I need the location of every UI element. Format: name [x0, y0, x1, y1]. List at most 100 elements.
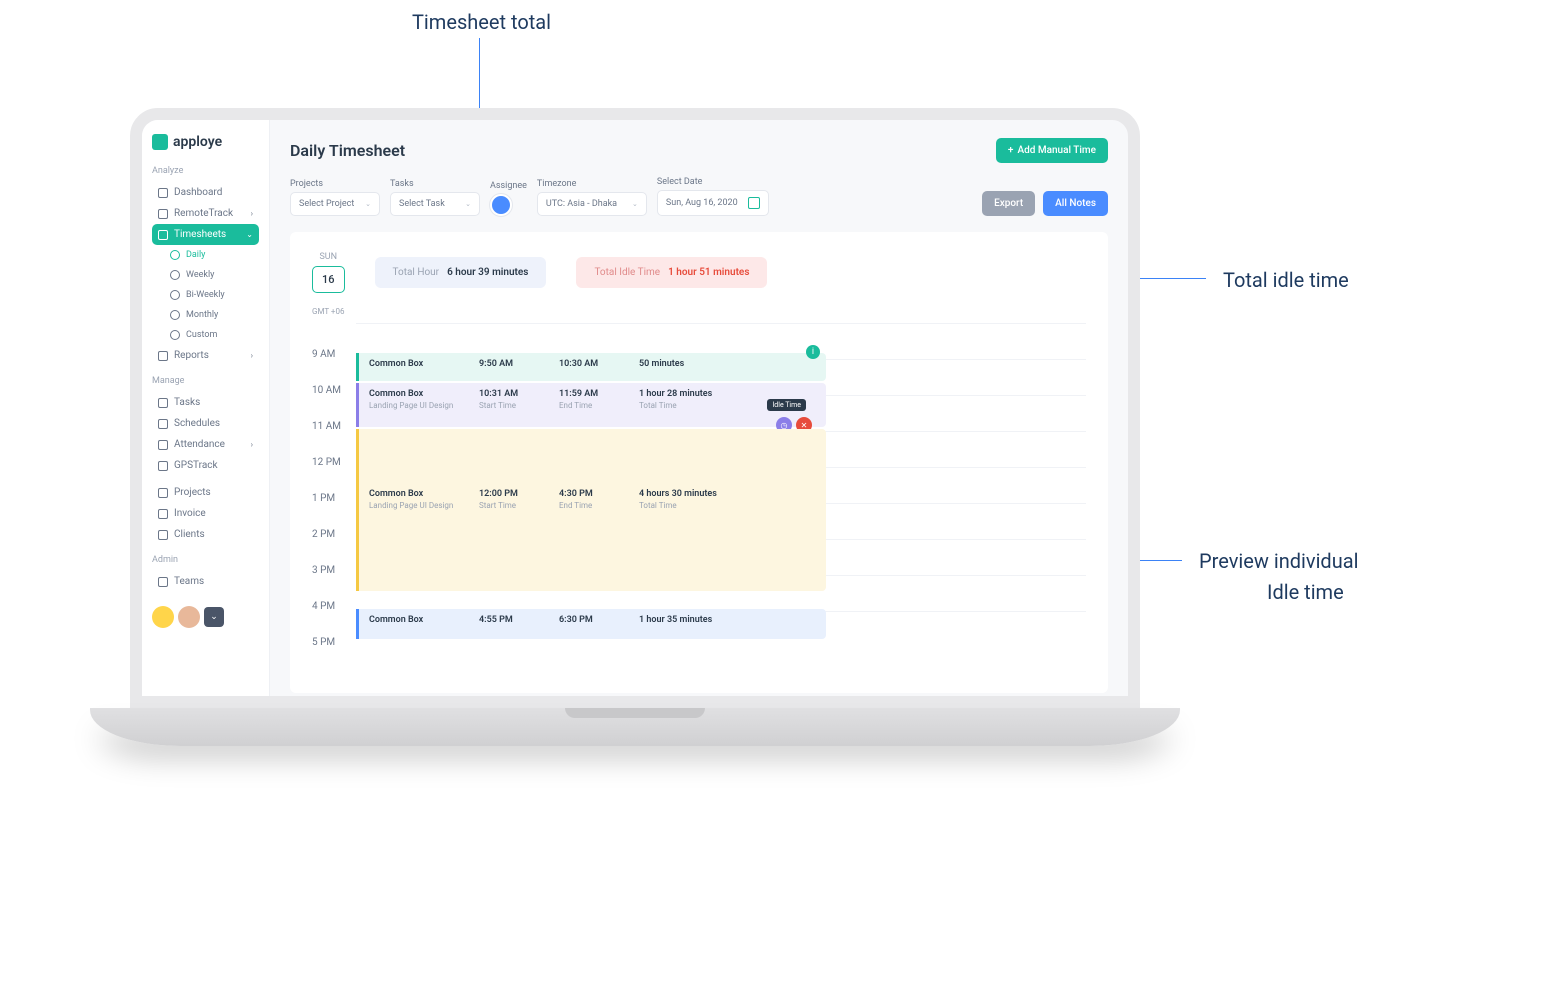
event-block-3[interactable]: Common Box 12:00 PM 4:30 PM 4 hours 30 m…	[356, 429, 826, 591]
gps-icon	[158, 461, 168, 471]
nav-attendance[interactable]: Attendance›	[152, 434, 259, 455]
event-project: Common Box	[369, 615, 469, 625]
hour-label: 2 PM	[312, 529, 356, 565]
nav-gpstrack[interactable]: GPSTrack	[152, 455, 259, 476]
event-start: 10:31 AM	[479, 389, 549, 399]
nav-dashboard[interactable]: Dashboard	[152, 182, 259, 203]
chevron-down-icon: ⌄	[632, 200, 638, 208]
nav-teams[interactable]: Teams	[152, 571, 259, 592]
annotation-timesheet-total: Timesheet total	[412, 10, 551, 34]
event-task: Landing Page UI Design	[369, 501, 469, 510]
hour-label: 12 PM	[312, 457, 356, 493]
header-actions: Export All Notes	[982, 191, 1108, 216]
nav-reports[interactable]: Reports›	[152, 345, 259, 366]
filter-tasks: Tasks Select Task⌄	[390, 179, 480, 216]
nav-daily[interactable]: Daily	[152, 245, 259, 265]
event-block-4[interactable]: Common Box 4:55 PM 6:30 PM 1 hour 35 min…	[356, 609, 826, 639]
tasks-icon	[158, 398, 168, 408]
avatar-more-button[interactable]: ⌄	[204, 607, 224, 627]
event-block-1[interactable]: i Common Box 9:50 AM 10:30 AM 50 minutes	[356, 353, 826, 381]
logo-text: apploye	[173, 134, 222, 150]
tasks-select[interactable]: Select Task⌄	[390, 192, 480, 216]
add-manual-time-button[interactable]: +Add Manual Time	[996, 138, 1108, 163]
invoice-icon	[158, 509, 168, 519]
event-end: 11:59 AM	[559, 389, 629, 399]
total-label: Total Time	[639, 501, 816, 510]
all-notes-button[interactable]: All Notes	[1043, 191, 1108, 216]
timezone-select[interactable]: UTC: Asia - Dhaka⌄	[537, 192, 647, 216]
info-icon[interactable]: i	[806, 345, 820, 359]
plus-icon: +	[1008, 145, 1014, 156]
hour-label: 3 PM	[312, 565, 356, 601]
avatar[interactable]	[152, 606, 174, 628]
annotation-preview-2: Idle time	[1267, 580, 1344, 604]
assignee-avatar[interactable]	[490, 194, 512, 216]
time-labels: GMT +06 9 AM 10 AM 11 AM 12 PM 1 PM 2 PM…	[312, 307, 356, 673]
event-start: 4:55 PM	[479, 615, 549, 625]
event-duration: 1 hour 35 minutes	[639, 615, 816, 625]
hour-label: 11 AM	[312, 421, 356, 457]
day-name: SUN	[312, 252, 345, 262]
dot-icon	[170, 250, 180, 260]
event-duration: 50 minutes	[639, 359, 816, 369]
hour-label: 5 PM	[312, 637, 356, 673]
chevron-down-icon: ⌄	[365, 200, 371, 208]
filter-projects: Projects Select Project⌄	[290, 179, 380, 216]
nav-invoice[interactable]: Invoice	[152, 503, 259, 524]
start-label: Start Time	[479, 401, 549, 410]
timesheet-icon	[158, 230, 168, 240]
annotation-preview-1: Preview individual	[1199, 549, 1358, 573]
day-indicator: SUN 16	[312, 252, 345, 293]
teams-icon	[158, 577, 168, 587]
event-block-2[interactable]: Common Box 10:31 AM 11:59 AM 1 hour 28 m…	[356, 383, 826, 427]
nav-clients[interactable]: Clients	[152, 524, 259, 545]
event-start: 12:00 PM	[479, 489, 549, 499]
filter-assignee: Assignee	[490, 181, 527, 216]
projects-select[interactable]: Select Project⌄	[290, 192, 380, 216]
export-button[interactable]: Export	[982, 191, 1035, 216]
nav-monthly[interactable]: Monthly	[152, 305, 259, 325]
nav-schedules[interactable]: Schedules	[152, 413, 259, 434]
nav-tasks[interactable]: Tasks	[152, 392, 259, 413]
total-idle-value: 1 hour 51 minutes	[668, 267, 749, 278]
end-label: End Time	[559, 401, 629, 410]
nav-remotetrack[interactable]: RemoteTrack›	[152, 203, 259, 224]
timezone-offset: GMT +06	[312, 307, 356, 343]
date-picker[interactable]: Sun, Aug 16, 2020	[657, 190, 769, 216]
nav-weekly[interactable]: Weekly	[152, 265, 259, 285]
sidebar: apploye Analyze Dashboard RemoteTrack› T…	[142, 120, 270, 696]
logo-mark-icon	[152, 134, 168, 150]
timezone-label: Timezone	[537, 179, 647, 189]
nav-timesheets[interactable]: Timesheets⌄	[152, 224, 259, 245]
nav-biweekly[interactable]: Bi-Weekly	[152, 285, 259, 305]
date-label: Select Date	[657, 177, 769, 187]
total-hour-label: Total Hour	[393, 267, 440, 278]
event-start: 9:50 AM	[479, 359, 549, 369]
hour-label: 9 AM	[312, 349, 356, 385]
projects-icon	[158, 488, 168, 498]
chevron-down-icon: ⌄	[246, 230, 253, 239]
hour-label: 1 PM	[312, 493, 356, 529]
dashboard-icon	[158, 188, 168, 198]
total-idle-label: Total Idle Time	[594, 267, 660, 278]
laptop-frame: apploye Analyze Dashboard RemoteTrack› T…	[130, 108, 1140, 746]
dot-icon	[170, 270, 180, 280]
event-project: Common Box	[369, 489, 469, 499]
main-content: Daily Timesheet +Add Manual Time Project…	[270, 120, 1128, 696]
filter-timezone: Timezone UTC: Asia - Dhaka⌄	[537, 179, 647, 216]
schedules-icon	[158, 419, 168, 429]
event-end: 6:30 PM	[559, 615, 629, 625]
total-idle-pill: Total Idle Time 1 hour 51 minutes	[576, 257, 767, 288]
nav-custom[interactable]: Custom	[152, 325, 259, 345]
clients-icon	[158, 530, 168, 540]
event-project: Common Box	[369, 389, 469, 399]
chevron-right-icon: ›	[251, 351, 253, 360]
start-label: Start Time	[479, 501, 549, 510]
nav-projects[interactable]: Projects	[152, 482, 259, 503]
chevron-right-icon: ›	[251, 440, 253, 449]
report-icon	[158, 351, 168, 361]
avatar[interactable]	[178, 606, 200, 628]
events-track: i Common Box 9:50 AM 10:30 AM 50 minutes…	[356, 307, 1086, 673]
section-manage: Manage	[152, 376, 259, 386]
event-end: 10:30 AM	[559, 359, 629, 369]
